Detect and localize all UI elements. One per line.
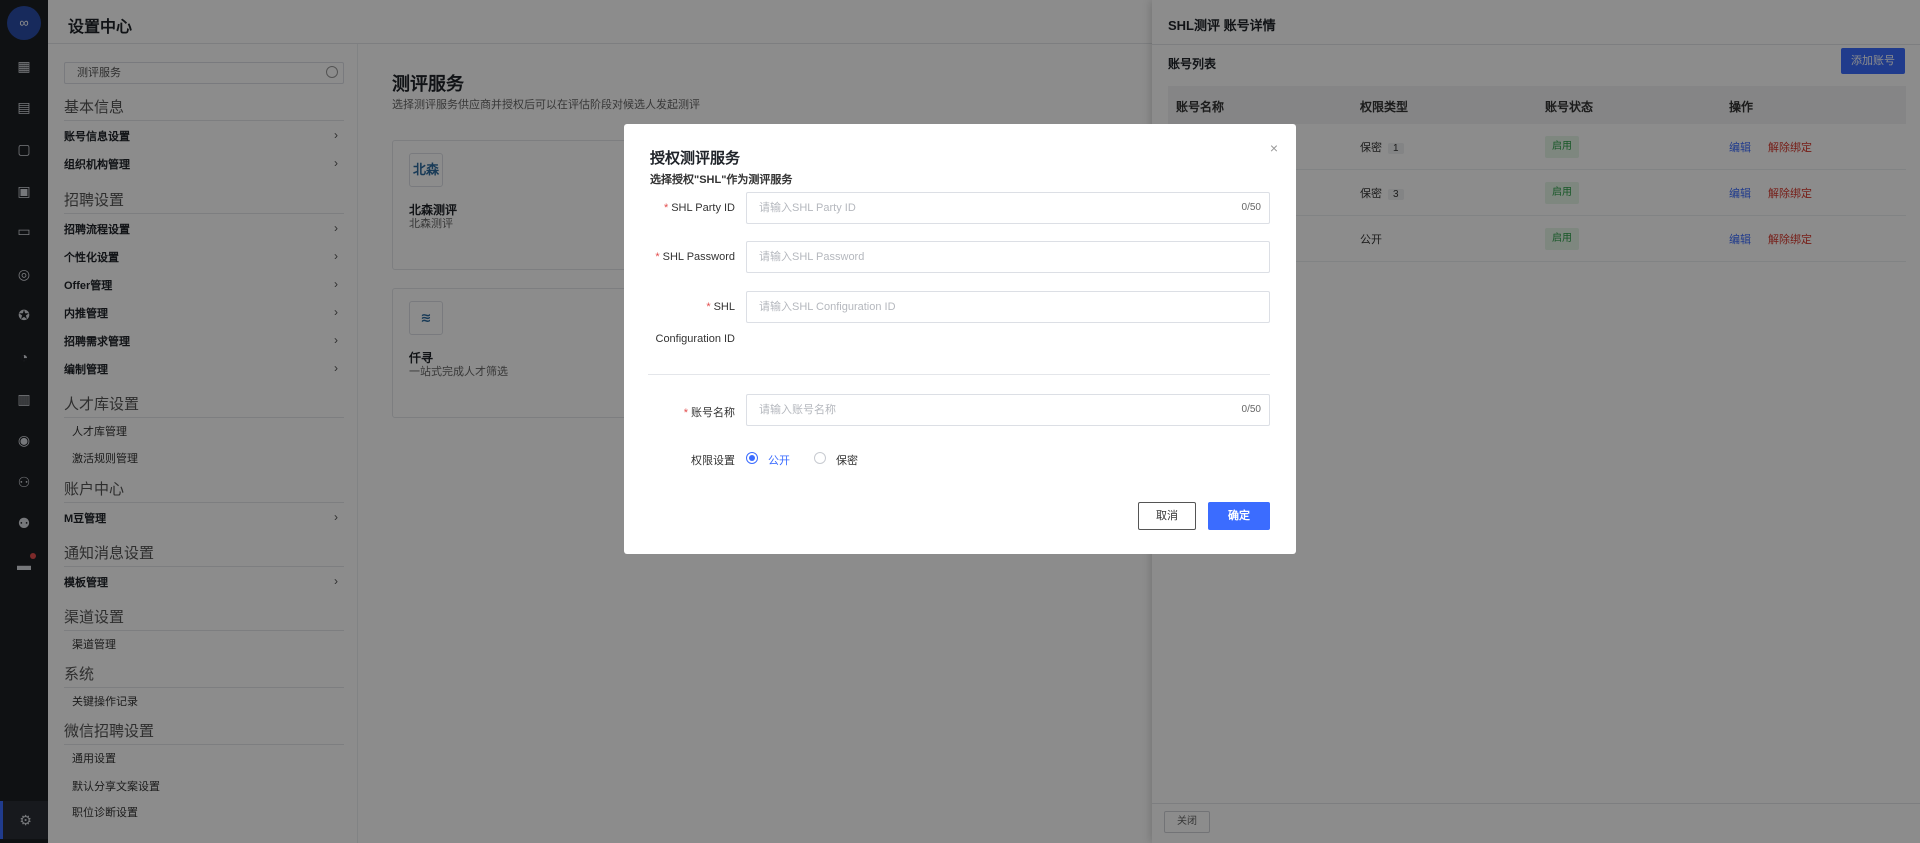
placeholder: 请输入SHL Password: [759, 251, 865, 263]
char-counter: 0/50: [1241, 404, 1261, 415]
account-name-input[interactable]: 请输入账号名称 0/50: [746, 394, 1270, 426]
confirm-button[interactable]: 确定: [1208, 502, 1270, 530]
radio-private[interactable]: [814, 452, 826, 464]
close-icon[interactable]: ×: [1270, 140, 1278, 156]
modal-title: 授权测评服务: [650, 150, 741, 167]
placeholder: 请输入账号名称: [759, 404, 836, 416]
party-id-label: * SHL Party ID: [663, 202, 735, 214]
config-id-label: * SHL: [706, 301, 735, 313]
config-id-input[interactable]: 请输入SHL Configuration ID: [746, 291, 1270, 323]
party-id-input[interactable]: 请输入SHL Party ID 0/50: [746, 192, 1270, 224]
password-input[interactable]: 请输入SHL Password: [746, 241, 1270, 273]
radio-public[interactable]: [746, 452, 758, 464]
required-mark: *: [683, 407, 688, 419]
config-id-label-line2: Configuration ID: [655, 333, 736, 345]
modal-subtitle: 选择授权"SHL"作为测评服务: [650, 174, 793, 186]
required-mark: *: [655, 251, 660, 263]
placeholder: 请输入SHL Configuration ID: [759, 301, 896, 313]
char-counter: 0/50: [1241, 202, 1261, 213]
authorize-modal: 授权测评服务 选择授权"SHL"作为测评服务 × * SHL Party ID 请…: [624, 124, 1296, 554]
required-mark: *: [663, 202, 669, 214]
required-mark: *: [706, 301, 711, 313]
account-name-label: * 账号名称: [683, 407, 735, 419]
placeholder: 请输入SHL Party ID: [759, 202, 856, 214]
cancel-button[interactable]: 取消: [1138, 502, 1196, 530]
permission-label: 权限设置: [691, 455, 735, 467]
divider: [648, 374, 1270, 375]
password-label: * SHL Password: [655, 251, 735, 263]
radio-private-label[interactable]: 保密: [836, 452, 858, 468]
radio-public-label[interactable]: 公开: [768, 452, 790, 468]
